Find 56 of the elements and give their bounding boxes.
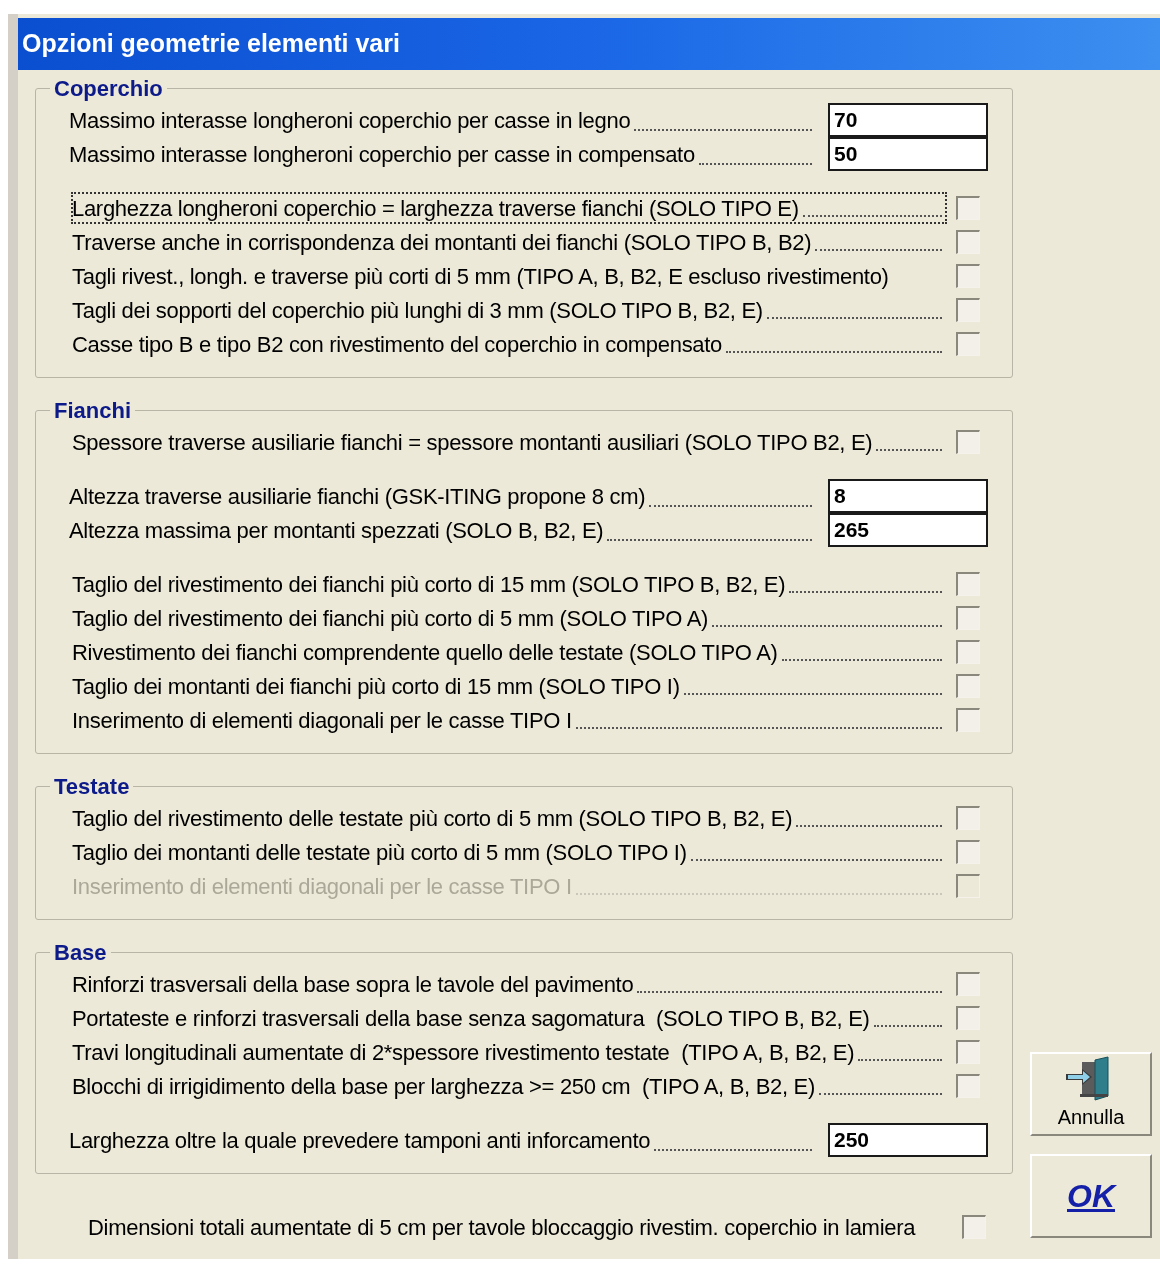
checkbox-label: Taglio dei montanti dei fianchi più corto di 15 mm (SOLO TIPO I) [72,672,680,701]
field-label: Massimo interasse longheroni coperchio per casse in compensato [69,140,695,169]
checkbox-label: Larghezza longheroni coperchio = larghezza traverse fianchi (SOLO TIPO E) [72,194,799,223]
checkbox-label: Taglio del rivestimento dei fianchi più corto di 15 mm (SOLO TIPO B, B2, E) [72,570,786,599]
checkbox[interactable] [962,1215,986,1239]
checkbox-label: Inserimento di elementi diagonali per le casse TIPO I [72,706,572,735]
input-field[interactable]: 265 [828,512,988,547]
checkbox[interactable] [956,1074,980,1098]
checkbox[interactable] [956,806,980,830]
section-title: Fianchi [54,398,131,423]
field-label: Massimo interasse longheroni coperchio per casse in legno [69,106,631,135]
checkbox[interactable] [956,196,980,220]
checkbox-label: Rivestimento dei fianchi comprendente quello delle testate (SOLO TIPO A) [72,638,778,667]
checkbox-label: Taglio dei montanti delle testate più corto di 5 mm (SOLO TIPO I) [72,838,687,867]
checkbox-label: Blocchi di irrigidimento della base per larghezza >= 250 cm (TIPO A, B, B2, E) [72,1072,815,1101]
section-title: Testate [54,774,130,799]
checkbox[interactable] [956,230,980,254]
checkbox-label: Dimensioni totali aumentate di 5 cm per tavole bloccaggio rivestim. coperchio in lamiera [88,1213,916,1242]
checkbox[interactable] [956,298,980,322]
checkbox[interactable] [956,332,980,356]
checkbox[interactable] [956,606,980,630]
field-label: Altezza massima per montanti spezzati (SOLO B, B2, E) [69,516,604,545]
checkbox-label: Tagli dei sopporti del coperchio più lunghi di 3 mm (SOLO TIPO B, B2, E) [72,296,763,325]
input-field[interactable]: 250 [828,1122,988,1157]
checkbox[interactable] [956,640,980,664]
ok-button[interactable]: OK [1030,1154,1152,1238]
window-title: Opzioni geometrie elementi vari [22,28,400,60]
section-title: Coperchio [54,76,163,101]
checkbox-label: Spessore traverse ausiliarie fianchi = spessore montanti ausiliari (SOLO TIPO B2, E) [72,428,873,457]
checkbox-label: Casse tipo B e tipo B2 con rivestimento del coperchio in compensato [72,330,723,359]
checkbox-label: Taglio del rivestimento dei fianchi più corto di 5 mm (SOLO TIPO A) [72,604,709,633]
field-label: Altezza traverse ausiliarie fianchi (GSK-ITING propone 8 cm) [69,482,646,511]
field-label: Larghezza oltre la quale prevedere tamponi anti inforcamento [69,1126,651,1155]
checkbox[interactable] [956,972,980,996]
checkbox-label: Portateste e rinforzi trasversali della base senza sagomatura (SOLO TIPO B, B2, E) [72,1004,870,1033]
checkbox-label: Inserimento di elementi diagonali per le casse TIPO I [72,872,572,901]
checkbox-label: Travi longitudinali aumentate di 2*spessore rivestimento testate (TIPO A, B, B2, E) [72,1038,855,1067]
checkbox[interactable] [956,572,980,596]
leader-dots [873,1025,942,1027]
checkbox[interactable] [956,840,980,864]
leader-dots [876,449,942,451]
input-field[interactable]: 50 [828,136,988,171]
checkbox-label: Traverse anche in corrispondenza dei montanti dei fianchi (SOLO TIPO B, B2) [72,228,812,257]
checkbox[interactable] [956,430,980,454]
checkbox-label: Taglio del rivestimento delle testate più corto di 5 mm (SOLO TIPO B, B2, E) [72,804,793,833]
checkbox-label: Tagli rivest., longh. e traverse più corti di 5 mm (TIPO A, B, B2, E escluso rivestimento) [72,262,889,291]
cancel-button[interactable]: Annulla [1030,1052,1152,1136]
checkbox-label: Rinforzi trasversali della base sopra le tavole del pavimento [72,970,634,999]
input-field[interactable]: 70 [828,102,988,137]
checkbox[interactable] [956,264,980,288]
section-title: Base [54,940,107,965]
checkbox[interactable] [956,1006,980,1030]
input-field[interactable]: 8 [828,478,988,513]
checkbox[interactable] [956,708,980,732]
checkbox[interactable] [956,1040,980,1064]
checkbox[interactable] [956,674,980,698]
